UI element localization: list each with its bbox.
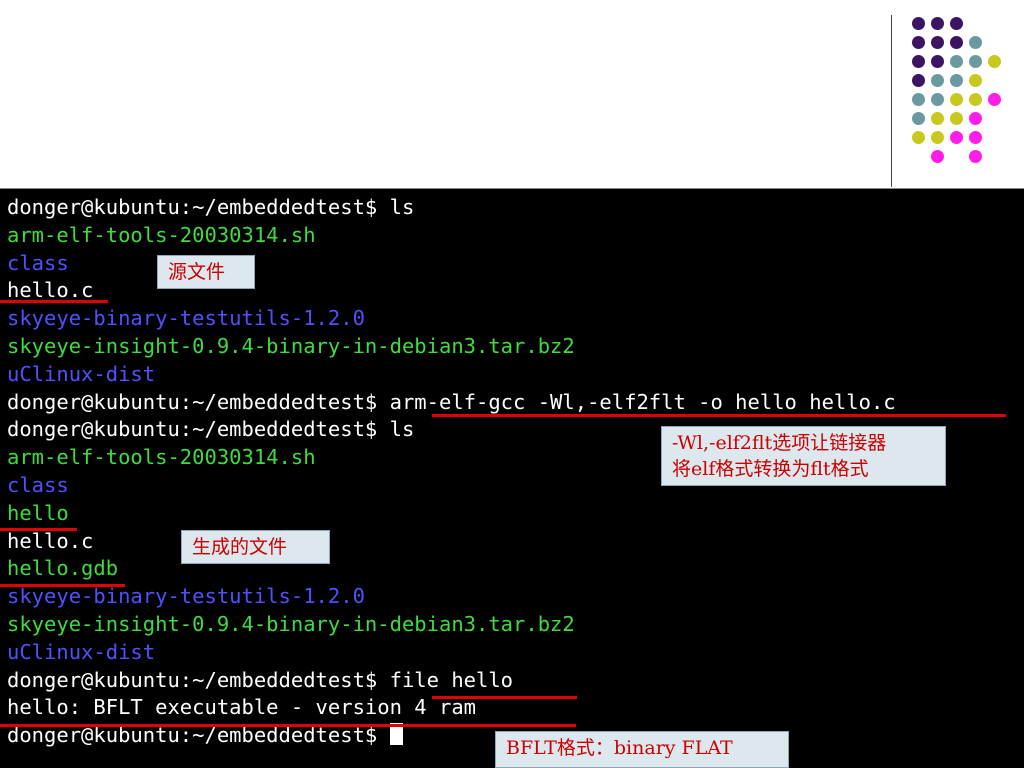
annotation-generated-files: 生成的文件: [181, 530, 330, 564]
terminal-line: class: [7, 473, 69, 497]
decorative-dot: [950, 55, 963, 68]
decorative-dot: [988, 55, 1001, 68]
decorative-dot: [912, 36, 925, 49]
decorative-dot: [931, 112, 944, 125]
terminal-line: uClinux-dist: [7, 639, 156, 664]
decorative-dot: [969, 36, 982, 49]
decorative-dot: [931, 131, 944, 144]
decorative-dot: [912, 131, 925, 144]
slide-divider-line: [891, 15, 892, 187]
decorative-dot: [931, 36, 944, 49]
terminal-line: donger@kubuntu:~/embeddedtest$ arm-elf-g…: [7, 389, 896, 414]
terminal-line: donger@kubuntu:~/embeddedtest$ file hell…: [7, 667, 514, 692]
terminal-line: skyeye-insight-0.9.4-binary-in-debian3.t…: [7, 612, 575, 636]
decorative-dot: [912, 55, 925, 68]
decorative-dot: [969, 55, 982, 68]
terminal-line: hello.gdb: [7, 556, 119, 581]
decorative-dot: [912, 17, 925, 30]
decorative-dot: [950, 93, 963, 106]
decorative-dot: [912, 112, 925, 125]
terminal-line: arm-elf-tools-20030314.sh: [7, 445, 316, 470]
terminal-line: donger@kubuntu:~/embeddedtest$ ls: [7, 417, 415, 442]
decorative-dot: [931, 93, 944, 106]
decorative-dot: [969, 150, 982, 163]
terminal-line: arm-elf-tools-20030314.sh: [7, 222, 316, 247]
decorative-dot: [912, 74, 925, 87]
terminal-line: hello: BFLT executable - version 4 ram: [7, 695, 476, 720]
underline-hello-c: [0, 300, 108, 303]
annotation-source-file: 源文件: [157, 255, 255, 289]
decorative-dot: [969, 131, 982, 144]
terminal-line: uClinux-dist: [7, 361, 156, 386]
decorative-dot: [931, 17, 944, 30]
decorative-dot: [931, 74, 944, 87]
terminal-line: skyeye-binary-testutils-1.2.0: [7, 584, 365, 609]
terminal-line: donger@kubuntu:~/embeddedtest$ ls: [7, 195, 415, 219]
underline-gcc-command: [432, 414, 1006, 417]
terminal-line: skyeye-insight-0.9.4-binary-in-debian3.t…: [7, 334, 575, 358]
decorative-dot: [950, 74, 963, 87]
decorative-dot: [969, 112, 982, 125]
terminal-line: hello: [7, 500, 69, 525]
underline-hello-gdb: [0, 584, 125, 587]
terminal-line: hello.c: [7, 528, 94, 553]
annotation-wl-option: -Wl,-elf2flt选项让链接器 将elf格式转换为flt格式: [661, 426, 946, 486]
annotation-bflt-format: BFLT格式：binary FLAT: [495, 731, 789, 768]
decorative-dot: [931, 150, 944, 163]
terminal-line: class: [7, 250, 69, 275]
terminal-line: skyeye-binary-testutils-1.2.0: [7, 306, 365, 331]
underline-bflt-result: [0, 724, 576, 727]
decorative-dot: [950, 36, 963, 49]
decorative-dot: [969, 74, 982, 87]
decorative-dot: [931, 55, 944, 68]
decorative-dot: [969, 93, 982, 106]
decorative-dot: [950, 17, 963, 30]
decorative-dot: [912, 93, 925, 106]
decorative-dot: [950, 112, 963, 125]
underline-hello: [0, 528, 77, 531]
underline-file-command: [432, 696, 577, 699]
decorative-dot: [988, 93, 1001, 106]
decorative-dot: [950, 131, 963, 144]
